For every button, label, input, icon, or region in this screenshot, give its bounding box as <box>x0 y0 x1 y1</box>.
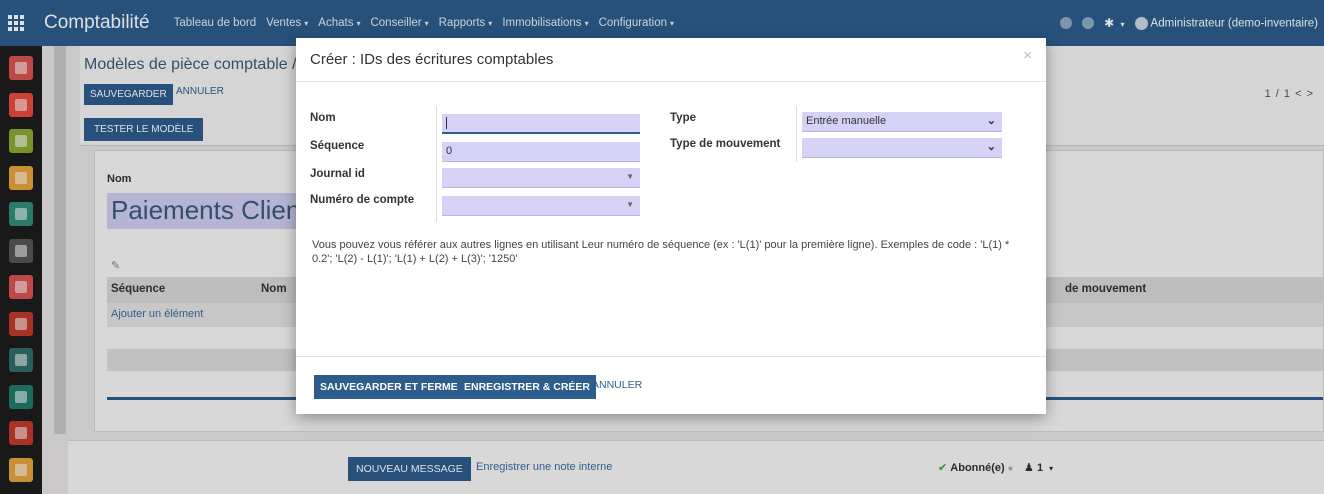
journal-label: Journal id <box>310 168 365 180</box>
save-close-button[interactable]: Sauvegarder et fermer <box>314 375 472 399</box>
dialog-header: Créer : IDs des écritures comptables × <box>296 38 1046 82</box>
close-icon[interactable]: × <box>1023 47 1032 64</box>
type-value: Entrée manuelle <box>806 115 887 127</box>
move-type-label: Type de mouvement <box>670 138 781 150</box>
text-cursor <box>446 117 447 130</box>
nom-input[interactable] <box>442 114 640 134</box>
sequence-input[interactable]: 0 <box>442 142 640 162</box>
type-label: Type <box>670 112 696 124</box>
account-label: Numéro de compte <box>310 194 415 206</box>
journal-select[interactable]: ▼ <box>442 168 640 188</box>
field-separator <box>796 106 797 162</box>
save-new-button[interactable]: Enregistrer & créer <box>458 375 597 399</box>
help-text: Vous pouvez vous référer aux autres lign… <box>312 239 1010 265</box>
chevron-down-icon: ⌄ <box>986 141 996 153</box>
account-select[interactable]: ▼ <box>442 196 640 216</box>
dialog-title: Créer : IDs des écritures comptables <box>310 51 554 68</box>
create-dialog: Créer : IDs des écritures comptables × N… <box>296 38 1046 414</box>
chevron-down-icon: ⌄ <box>986 115 996 127</box>
chevron-down-icon: ▼ <box>626 200 634 209</box>
dialog-footer: Sauvegarder et fermer Enregistrer & crée… <box>296 356 1046 414</box>
chevron-down-icon: ▼ <box>626 172 634 181</box>
sequence-label: Séquence <box>310 140 365 152</box>
field-separator <box>436 106 437 222</box>
cancel-button[interactable]: Annuler <box>592 379 642 391</box>
nom-label: Nom <box>310 112 336 124</box>
move-type-select[interactable]: ⌄ <box>802 138 1002 158</box>
type-select[interactable]: Entrée manuelle ⌄ <box>802 112 1002 132</box>
